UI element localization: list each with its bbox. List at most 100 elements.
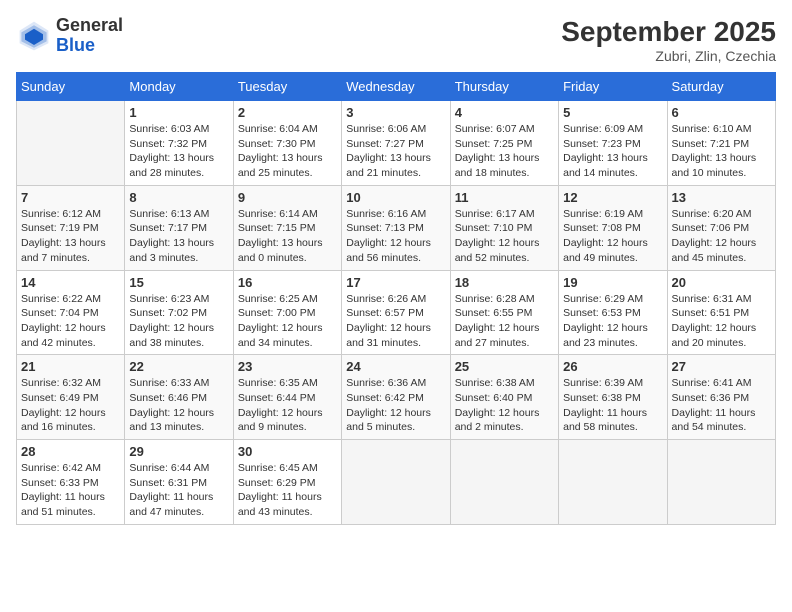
day-number: 17 [346,275,445,290]
day-number: 1 [129,105,228,120]
day-info: Sunrise: 6:22 AM Sunset: 7:04 PM Dayligh… [21,292,120,351]
day-number: 29 [129,444,228,459]
day-number: 15 [129,275,228,290]
calendar-cell: 9 Sunrise: 6:14 AM Sunset: 7:15 PM Daylig… [233,185,341,270]
day-number: 4 [455,105,554,120]
weekday-header-thursday: Thursday [450,73,558,101]
calendar-cell [667,440,775,525]
day-number: 25 [455,359,554,374]
logo-text: General Blue [56,16,123,56]
calendar-cell: 25 Sunrise: 6:38 AM Sunset: 6:40 PM Dayli… [450,355,558,440]
day-number: 10 [346,190,445,205]
day-info: Sunrise: 6:13 AM Sunset: 7:17 PM Dayligh… [129,207,228,266]
day-info: Sunrise: 6:39 AM Sunset: 6:38 PM Dayligh… [563,376,662,435]
day-info: Sunrise: 6:45 AM Sunset: 6:29 PM Dayligh… [238,461,337,520]
calendar-cell: 3 Sunrise: 6:06 AM Sunset: 7:27 PM Daylig… [342,101,450,186]
day-info: Sunrise: 6:35 AM Sunset: 6:44 PM Dayligh… [238,376,337,435]
day-info: Sunrise: 6:26 AM Sunset: 6:57 PM Dayligh… [346,292,445,351]
day-info: Sunrise: 6:41 AM Sunset: 6:36 PM Dayligh… [672,376,771,435]
title-block: September 2025 Zubri, Zlin, Czechia [561,16,776,64]
calendar-cell: 13 Sunrise: 6:20 AM Sunset: 7:06 PM Dayli… [667,185,775,270]
day-info: Sunrise: 6:20 AM Sunset: 7:06 PM Dayligh… [672,207,771,266]
logo-icon [16,18,52,54]
calendar-cell: 5Sunrise: 6:09 AM Sunset: 7:23 PM Daylig… [559,101,667,186]
calendar-cell: 8Sunrise: 6:13 AM Sunset: 7:17 PM Daylig… [125,185,233,270]
day-info: Sunrise: 6:33 AM Sunset: 6:46 PM Dayligh… [129,376,228,435]
week-row-4: 21Sunrise: 6:32 AM Sunset: 6:49 PM Dayli… [17,355,776,440]
calendar-body: 1 Sunrise: 6:03 AM Sunset: 7:32 PM Daylig… [17,101,776,525]
day-info: Sunrise: 6:23 AM Sunset: 7:02 PM Dayligh… [129,292,228,351]
calendar-cell: 24 Sunrise: 6:36 AM Sunset: 6:42 PM Dayli… [342,355,450,440]
day-number: 26 [563,359,662,374]
day-info: Sunrise: 6:38 AM Sunset: 6:40 PM Dayligh… [455,376,554,435]
day-info: Sunrise: 6:29 AM Sunset: 6:53 PM Dayligh… [563,292,662,351]
day-info: Sunrise: 6:32 AM Sunset: 6:49 PM Dayligh… [21,376,120,435]
day-number: 6 [672,105,771,120]
calendar-cell: 27 Sunrise: 6:41 AM Sunset: 6:36 PM Dayli… [667,355,775,440]
logo-blue: Blue [56,36,123,56]
day-info: Sunrise: 6:28 AM Sunset: 6:55 PM Dayligh… [455,292,554,351]
week-row-3: 14Sunrise: 6:22 AM Sunset: 7:04 PM Dayli… [17,270,776,355]
calendar-cell: 21Sunrise: 6:32 AM Sunset: 6:49 PM Dayli… [17,355,125,440]
day-number: 3 [346,105,445,120]
weekday-header-saturday: Saturday [667,73,775,101]
calendar-cell [17,101,125,186]
calendar-cell: 17 Sunrise: 6:26 AM Sunset: 6:57 PM Dayli… [342,270,450,355]
location: Zubri, Zlin, Czechia [561,48,776,64]
week-row-1: 1 Sunrise: 6:03 AM Sunset: 7:32 PM Daylig… [17,101,776,186]
day-info: Sunrise: 6:42 AM Sunset: 6:33 PM Dayligh… [21,461,120,520]
day-number: 11 [455,190,554,205]
calendar-cell: 10 Sunrise: 6:16 AM Sunset: 7:13 PM Dayli… [342,185,450,270]
calendar-cell [559,440,667,525]
calendar-cell: 30 Sunrise: 6:45 AM Sunset: 6:29 PM Dayli… [233,440,341,525]
day-number: 20 [672,275,771,290]
day-info: Sunrise: 6:19 AM Sunset: 7:08 PM Dayligh… [563,207,662,266]
calendar-cell: 6 Sunrise: 6:10 AM Sunset: 7:21 PM Daylig… [667,101,775,186]
calendar-cell: 22 Sunrise: 6:33 AM Sunset: 6:46 PM Dayli… [125,355,233,440]
day-number: 16 [238,275,337,290]
day-info: Sunrise: 6:10 AM Sunset: 7:21 PM Dayligh… [672,122,771,181]
week-row-2: 7 Sunrise: 6:12 AM Sunset: 7:19 PM Daylig… [17,185,776,270]
logo: General Blue [16,16,123,56]
day-info: Sunrise: 6:03 AM Sunset: 7:32 PM Dayligh… [129,122,228,181]
day-number: 27 [672,359,771,374]
day-info: Sunrise: 6:14 AM Sunset: 7:15 PM Dayligh… [238,207,337,266]
day-number: 22 [129,359,228,374]
day-info: Sunrise: 6:16 AM Sunset: 7:13 PM Dayligh… [346,207,445,266]
calendar-cell: 12 Sunrise: 6:19 AM Sunset: 7:08 PM Dayli… [559,185,667,270]
day-number: 30 [238,444,337,459]
calendar-cell: 16 Sunrise: 6:25 AM Sunset: 7:00 PM Dayli… [233,270,341,355]
calendar-table: SundayMondayTuesdayWednesdayThursdayFrid… [16,72,776,525]
day-number: 13 [672,190,771,205]
day-number: 12 [563,190,662,205]
calendar-cell [342,440,450,525]
page-header: General Blue September 2025 Zubri, Zlin,… [16,16,776,64]
day-info: Sunrise: 6:04 AM Sunset: 7:30 PM Dayligh… [238,122,337,181]
logo-general: General [56,16,123,36]
calendar-cell: 4 Sunrise: 6:07 AM Sunset: 7:25 PM Daylig… [450,101,558,186]
day-number: 18 [455,275,554,290]
calendar-cell: 20 Sunrise: 6:31 AM Sunset: 6:51 PM Dayli… [667,270,775,355]
day-number: 7 [21,190,120,205]
day-info: Sunrise: 6:07 AM Sunset: 7:25 PM Dayligh… [455,122,554,181]
day-info: Sunrise: 6:06 AM Sunset: 7:27 PM Dayligh… [346,122,445,181]
calendar-cell: 2Sunrise: 6:04 AM Sunset: 7:30 PM Daylig… [233,101,341,186]
day-info: Sunrise: 6:36 AM Sunset: 6:42 PM Dayligh… [346,376,445,435]
weekday-header-sunday: Sunday [17,73,125,101]
weekday-header-tuesday: Tuesday [233,73,341,101]
calendar-cell: 29Sunrise: 6:44 AM Sunset: 6:31 PM Dayli… [125,440,233,525]
day-number: 9 [238,190,337,205]
day-number: 5 [563,105,662,120]
day-number: 19 [563,275,662,290]
day-info: Sunrise: 6:25 AM Sunset: 7:00 PM Dayligh… [238,292,337,351]
weekday-header-monday: Monday [125,73,233,101]
day-number: 28 [21,444,120,459]
calendar-cell: 1 Sunrise: 6:03 AM Sunset: 7:32 PM Daylig… [125,101,233,186]
calendar-cell: 18 Sunrise: 6:28 AM Sunset: 6:55 PM Dayli… [450,270,558,355]
day-number: 24 [346,359,445,374]
calendar-cell: 15 Sunrise: 6:23 AM Sunset: 7:02 PM Dayli… [125,270,233,355]
day-info: Sunrise: 6:12 AM Sunset: 7:19 PM Dayligh… [21,207,120,266]
calendar-cell: 11Sunrise: 6:17 AM Sunset: 7:10 PM Dayli… [450,185,558,270]
day-info: Sunrise: 6:31 AM Sunset: 6:51 PM Dayligh… [672,292,771,351]
month-title: September 2025 [561,16,776,48]
